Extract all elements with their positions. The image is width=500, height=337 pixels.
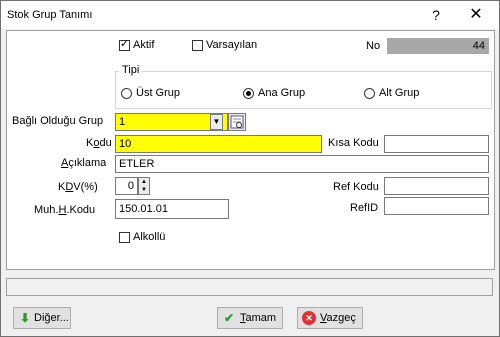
status-bar [6, 278, 493, 296]
bagli-grup-label: Bağlı Olduğu Grup [12, 115, 104, 127]
checkmark-icon: ✔ [223, 311, 235, 325]
cancel-icon: ✕ [302, 311, 316, 325]
muh-kodu-label: Muh.H.Kodu [34, 204, 96, 216]
aktif-label: Aktif [133, 39, 155, 51]
chevron-down-icon[interactable]: ▼ [210, 114, 223, 130]
ust-grup-radio[interactable] [121, 88, 132, 99]
down-arrow-icon: ⬇ [19, 311, 31, 325]
ana-grup-radio[interactable] [243, 88, 254, 99]
ana-grup-label: Ana Grup [258, 87, 306, 99]
kdv-input[interactable]: 0 [115, 177, 138, 195]
aktif-checkbox[interactable]: ✓ [119, 38, 130, 51]
refid-input[interactable] [384, 197, 489, 215]
help-button[interactable]: ? [421, 4, 451, 26]
kisa-kodu-input[interactable] [384, 135, 489, 153]
no-label: No [366, 40, 381, 52]
close-button[interactable]: ✕ [461, 4, 491, 26]
varsayilan-label: Varsayılan [206, 39, 258, 51]
alt-grup-label: Alt Grup [379, 87, 420, 99]
window-title: Stok Grup Tanımı [7, 9, 93, 21]
kisa-kodu-label: Kısa Kodu [328, 137, 379, 149]
kdv-spinner[interactable]: ▲ ▼ [138, 177, 150, 195]
checkmark-icon: ✓ [120, 38, 130, 50]
kdv-label: KDV(%) [58, 181, 98, 193]
title-bar: Stok Grup Tanımı ? ✕ [1, 1, 499, 29]
no-value: 44 [387, 38, 489, 54]
kodu-input[interactable]: 10 [115, 135, 322, 153]
alkollu-checkbox[interactable] [119, 232, 130, 243]
ref-kodu-input[interactable] [384, 177, 489, 195]
kodu-label: Kodu [86, 137, 112, 149]
tipi-title: Tipi [119, 64, 143, 76]
aciklama-label: Açıklama [61, 157, 107, 169]
main-panel: ✓ Aktif Varsayılan No 44 Tipi Üst Grup A… [6, 30, 495, 270]
diger-button[interactable]: ⬇ Diğer... [13, 307, 71, 329]
lookup-icon[interactable] [228, 113, 246, 131]
refid-label: RefID [350, 202, 379, 214]
varsayilan-checkbox[interactable] [192, 40, 203, 51]
stok-grup-window: Stok Grup Tanımı ? ✕ ✓ Aktif Varsayılan … [0, 0, 500, 337]
vazgec-button[interactable]: ✕ Vazgeç [297, 307, 363, 329]
alt-grup-radio[interactable] [364, 88, 375, 99]
alkollu-label: Alkollü [133, 231, 166, 243]
tamam-button[interactable]: ✔ Tamam [217, 307, 283, 329]
ref-kodu-label: Ref Kodu [333, 181, 379, 193]
ust-grup-label: Üst Grup [136, 87, 181, 99]
aciklama-input[interactable]: ETLER [115, 155, 489, 173]
muh-kodu-input[interactable]: 150.01.01 [115, 199, 229, 219]
